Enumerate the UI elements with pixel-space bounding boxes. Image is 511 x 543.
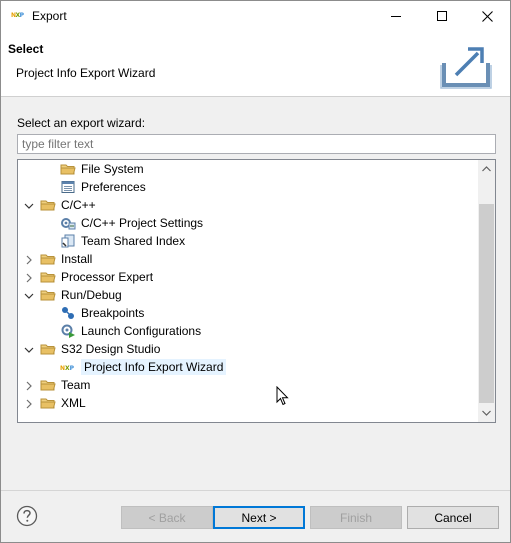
nxp-logo-icon: NXP xyxy=(11,12,24,19)
tree-item[interactable]: Run/Debug xyxy=(18,286,478,304)
cancel-button[interactable]: Cancel xyxy=(407,506,499,529)
scroll-down-icon[interactable] xyxy=(482,410,491,416)
close-button[interactable] xyxy=(464,1,510,31)
chevron-down-icon[interactable] xyxy=(24,290,34,300)
page-description: Project Info Export Wizard xyxy=(16,66,156,80)
tree-item[interactable]: C/C++ Project Settings xyxy=(18,214,478,232)
nxp-icon: NXP xyxy=(60,359,76,375)
tree-item[interactable]: S32 Design Studio xyxy=(18,340,478,358)
tree-item[interactable]: XML xyxy=(18,394,478,412)
tree-item-label: Launch Configurations xyxy=(81,324,202,338)
filter-input[interactable] xyxy=(17,134,496,154)
project-settings-icon xyxy=(60,215,76,231)
breakpoints-icon xyxy=(60,305,76,321)
shared-index-icon xyxy=(60,233,76,249)
tree-item[interactable]: Team xyxy=(18,376,478,394)
mouse-pointer-icon xyxy=(276,386,289,406)
svg-text:NXP: NXP xyxy=(60,365,75,372)
tree-scrollbar[interactable] xyxy=(478,160,495,422)
window-title: Export xyxy=(32,9,67,23)
tree-item-label: Processor Expert xyxy=(61,270,154,284)
tree-item-label: Team xyxy=(61,378,91,392)
tree-item-label: Project Info Export Wizard xyxy=(81,359,227,375)
chevron-right-icon[interactable] xyxy=(24,380,34,391)
scrollbar-thumb[interactable] xyxy=(479,204,494,403)
maximize-icon xyxy=(437,11,447,21)
tree-item-label: S32 Design Studio xyxy=(61,342,161,356)
tree-item-label: XML xyxy=(61,396,86,410)
back-button[interactable]: < Back xyxy=(121,506,213,529)
tree-item[interactable]: File System xyxy=(18,160,478,178)
close-icon xyxy=(481,10,493,22)
tree-item-label: Preferences xyxy=(81,180,146,194)
title-bar: NXP Export xyxy=(1,1,510,31)
folder-icon xyxy=(40,269,56,285)
folder-icon xyxy=(40,287,56,303)
folder-icon xyxy=(40,197,56,213)
scroll-up-icon[interactable] xyxy=(482,166,491,172)
tree-item[interactable]: NXP Project Info Export Wizard xyxy=(18,358,478,376)
footer-separator xyxy=(1,490,510,491)
page-title: Select xyxy=(8,42,44,56)
chevron-down-icon[interactable] xyxy=(24,200,34,210)
chevron-right-icon[interactable] xyxy=(24,272,34,283)
chevron-down-icon[interactable] xyxy=(24,344,34,354)
tree-item[interactable]: Install xyxy=(18,250,478,268)
minimize-icon xyxy=(391,16,401,17)
folder-icon xyxy=(40,251,56,267)
tree-item-label: File System xyxy=(81,162,144,176)
tree-item[interactable]: Breakpoints xyxy=(18,304,478,322)
tree-item[interactable]: Team Shared Index xyxy=(18,232,478,250)
folder-icon xyxy=(60,161,76,177)
tree-item[interactable]: Launch Configurations xyxy=(18,322,478,340)
folder-icon xyxy=(40,395,56,411)
wizard-content: Select an export wizard: File System Pref… xyxy=(1,98,510,488)
tree-item-label: Team Shared Index xyxy=(81,234,186,248)
tree-item-label: Run/Debug xyxy=(61,288,122,302)
finish-button[interactable]: Finish xyxy=(310,506,402,529)
tree-item[interactable]: Processor Expert xyxy=(18,268,478,286)
chevron-right-icon[interactable] xyxy=(24,398,34,409)
folder-icon xyxy=(40,377,56,393)
wizard-banner: Select Project Info Export Wizard xyxy=(1,31,510,97)
maximize-button[interactable] xyxy=(419,1,465,31)
wizard-tree[interactable]: File System Preferences C/C++ C/C++ Project… xyxy=(17,159,496,423)
tree-item-label: Install xyxy=(61,252,93,266)
minimize-button[interactable] xyxy=(373,1,419,31)
next-button[interactable]: Next > xyxy=(213,506,305,529)
tree-item-label: Breakpoints xyxy=(81,306,145,320)
wizard-prompt-label: Select an export wizard: xyxy=(17,116,146,130)
tree-item-label: C/C++ Project Settings xyxy=(81,216,204,230)
export-icon xyxy=(440,47,492,89)
tree-item[interactable]: Preferences xyxy=(18,178,478,196)
help-icon[interactable] xyxy=(16,505,38,527)
tree-item[interactable]: C/C++ xyxy=(18,196,478,214)
export-dialog: NXP Export Select Project Info Export Wi… xyxy=(0,0,511,543)
chevron-right-icon[interactable] xyxy=(24,254,34,265)
preferences-icon xyxy=(60,179,76,195)
tree-item-label: C/C++ xyxy=(61,198,96,212)
launch-config-icon xyxy=(60,323,76,339)
folder-icon xyxy=(40,341,56,357)
